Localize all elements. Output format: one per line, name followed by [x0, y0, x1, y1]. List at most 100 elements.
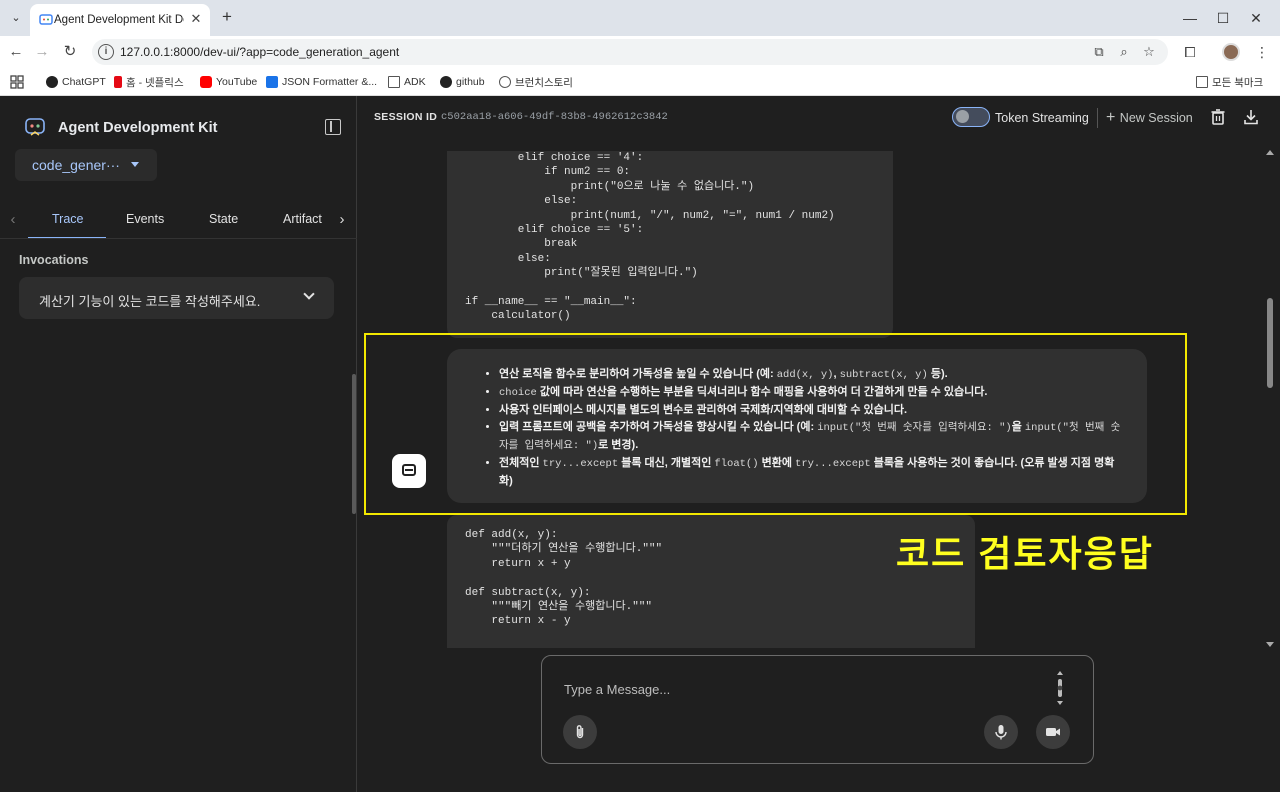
inline-code: add(x, y) [776, 369, 834, 381]
bookmark-adk[interactable]: ADK [388, 73, 426, 91]
sidebar: Agent Development Kit code_gener··· ‹ Tr… [0, 96, 357, 792]
adk-logo-icon [25, 118, 45, 136]
microphone-icon [995, 725, 1007, 740]
text-span: 변환에 [758, 457, 796, 469]
chat-scrollbar[interactable] [1266, 150, 1274, 648]
text-span: 블록 대신, 개별적인 [618, 457, 715, 469]
invocation-text: 계산기 기능이 있는 코드를 작성해주세요. [39, 294, 261, 309]
chat-area: elif choice == '4': if num2 == 0: print(… [358, 140, 1280, 648]
review-list: 연산 로직을 함수로 분리하여 가독성을 높일 수 있습니다 (예: add(x… [481, 366, 1121, 490]
reload-icon[interactable]: ↻ [60, 42, 80, 62]
list-item: 전체적인 try...except 블록 대신, 개별적인 float() 변환… [499, 455, 1121, 490]
all-bookmarks[interactable]: 모든 북마크 [1196, 73, 1263, 91]
url-text[interactable]: 127.0.0.1:8000/dev-ui/?app=code_generati… [120, 45, 399, 59]
app-selector-value: code_gener··· [32, 157, 120, 173]
robot-icon [402, 464, 416, 476]
sidebar-scrollbar[interactable] [352, 374, 356, 514]
bookmark-label: YouTube [216, 76, 258, 88]
browser-tab[interactable]: Agent Development Kit Dev UI ✕ [30, 4, 210, 36]
browser-tabstrip: ⌄ Agent Development Kit Dev UI ✕ + — ☐ ✕ [0, 0, 1280, 36]
scroll-up-icon[interactable] [1266, 150, 1274, 155]
apps-icon[interactable] [10, 73, 24, 91]
collapse-sidebar-icon[interactable] [325, 119, 341, 135]
bookmark-netflix[interactable]: 홈 - 넷플릭스 [114, 73, 184, 91]
annotation-label: 코드 검토자응답 [896, 533, 1154, 574]
main-panel: SESSION ID c502aa18-a606-49df-83b8-49626… [358, 96, 1280, 792]
microphone-button[interactable] [984, 715, 1018, 749]
tab-search-icon[interactable]: ⌄ [6, 8, 26, 28]
window-close-icon[interactable]: ✕ [1246, 8, 1266, 28]
inline-code: subtract(x, y) [839, 369, 928, 381]
token-streaming-toggle[interactable] [952, 107, 990, 127]
tab-events[interactable]: Events [126, 212, 164, 226]
youtube-icon [200, 76, 212, 88]
maximize-icon[interactable]: ☐ [1213, 8, 1233, 28]
tab-close-icon[interactable]: ✕ [188, 11, 204, 27]
tab-artifact[interactable]: Artifact [283, 212, 322, 226]
message-composer [541, 655, 1094, 764]
list-item: choice 값에 따라 연산을 수행하는 부분을 딕셔너리나 함수 매핑을 사… [499, 384, 1121, 402]
translate-icon[interactable]: ⧉ [1090, 43, 1108, 61]
resize-handle-icon[interactable] [1055, 670, 1065, 706]
folder-icon [1196, 76, 1208, 88]
new-session-button[interactable]: + New Session [1106, 109, 1193, 127]
attach-button[interactable] [563, 715, 597, 749]
inline-code: input("첫 번째 숫자를 입력하세요: ") [817, 422, 1012, 434]
tab-trace[interactable]: Trace [52, 212, 84, 226]
tabs-scroll-right-icon[interactable]: › [334, 211, 350, 229]
back-icon[interactable]: ← [6, 42, 26, 62]
code-message-bubble: elif choice == '4': if num2 == 0: print(… [447, 151, 893, 338]
session-id-value: c502aa18-a606-49df-83b8-4962612c3842 [441, 111, 668, 123]
list-item: 연산 로직을 함수로 분리하여 가독성을 높일 수 있습니다 (예: add(x… [499, 366, 1121, 384]
chatgpt-icon [46, 76, 58, 88]
video-camera-icon [1046, 728, 1060, 736]
tabs-divider [0, 238, 357, 239]
text-span: 등). [927, 368, 948, 380]
extensions-icon[interactable]: ⧠ [1180, 42, 1200, 62]
zoom-icon[interactable]: ⌕ [1115, 43, 1133, 61]
session-id-label: SESSION ID [374, 111, 438, 123]
text-span: 을 [1011, 421, 1025, 433]
session-topbar: SESSION ID c502aa18-a606-49df-83b8-49626… [358, 96, 1280, 140]
site-info-icon[interactable]: i [98, 44, 114, 60]
bookmark-json-formatter[interactable]: JSON Formatter &... [266, 73, 377, 91]
new-tab-icon[interactable]: + [218, 8, 236, 26]
toggle-knob [956, 110, 969, 123]
tab-state[interactable]: State [209, 212, 238, 226]
bookmark-brunch[interactable]: 브런치스토리 [499, 73, 573, 91]
code-block: elif choice == '4': if num2 == 0: print(… [465, 152, 835, 323]
scroll-down-icon[interactable] [1266, 642, 1274, 647]
profile-avatar[interactable] [1222, 43, 1240, 61]
download-icon[interactable] [1244, 109, 1258, 125]
agent-response-bubble: 연산 로직을 함수로 분리하여 가독성을 높일 수 있습니다 (예: add(x… [447, 349, 1147, 503]
minimize-icon[interactable]: — [1180, 8, 1200, 28]
message-input[interactable] [564, 682, 1044, 697]
bookmark-youtube[interactable]: YouTube [200, 73, 257, 91]
bookmark-github[interactable]: github [440, 73, 485, 91]
paperclip-icon [576, 725, 584, 739]
adk-favicon-icon [39, 14, 53, 25]
text-span: 값에 따라 연산을 수행하는 부분을 딕셔너리나 함수 매핑을 사용하여 더 간… [536, 386, 988, 398]
expand-chevron-icon[interactable] [303, 288, 315, 300]
invocation-item[interactable]: 계산기 기능이 있는 코드를 작성해주세요. [19, 277, 334, 319]
plus-icon: + [1106, 109, 1120, 126]
browser-toolbar: ← → ↻ i 127.0.0.1:8000/dev-ui/?app=code_… [0, 36, 1280, 68]
dropdown-caret-icon [131, 162, 139, 167]
bookmark-chatgpt[interactable]: ChatGPT [46, 73, 106, 91]
invocations-title: Invocations [19, 253, 89, 267]
forward-icon[interactable]: → [32, 42, 52, 62]
video-button[interactable] [1036, 715, 1070, 749]
app-selector[interactable]: code_gener··· [15, 149, 157, 181]
delete-session-icon[interactable] [1211, 109, 1225, 125]
tab-title: Agent Development Kit Dev UI [54, 14, 184, 26]
brand-title: Agent Development Kit [58, 120, 218, 136]
all-bookmarks-label: 모든 북마크 [1212, 76, 1264, 89]
bookmark-star-icon[interactable]: ☆ [1140, 43, 1158, 61]
bookmark-label: JSON Formatter &... [282, 76, 378, 88]
scroll-thumb[interactable] [1267, 298, 1273, 388]
menu-icon[interactable]: ⋮ [1252, 42, 1272, 62]
inline-code: choice [499, 387, 537, 399]
inline-code: try...except [542, 458, 619, 470]
address-bar[interactable]: i 127.0.0.1:8000/dev-ui/?app=code_genera… [92, 39, 1168, 65]
tabs-scroll-left-icon[interactable]: ‹ [5, 211, 21, 229]
